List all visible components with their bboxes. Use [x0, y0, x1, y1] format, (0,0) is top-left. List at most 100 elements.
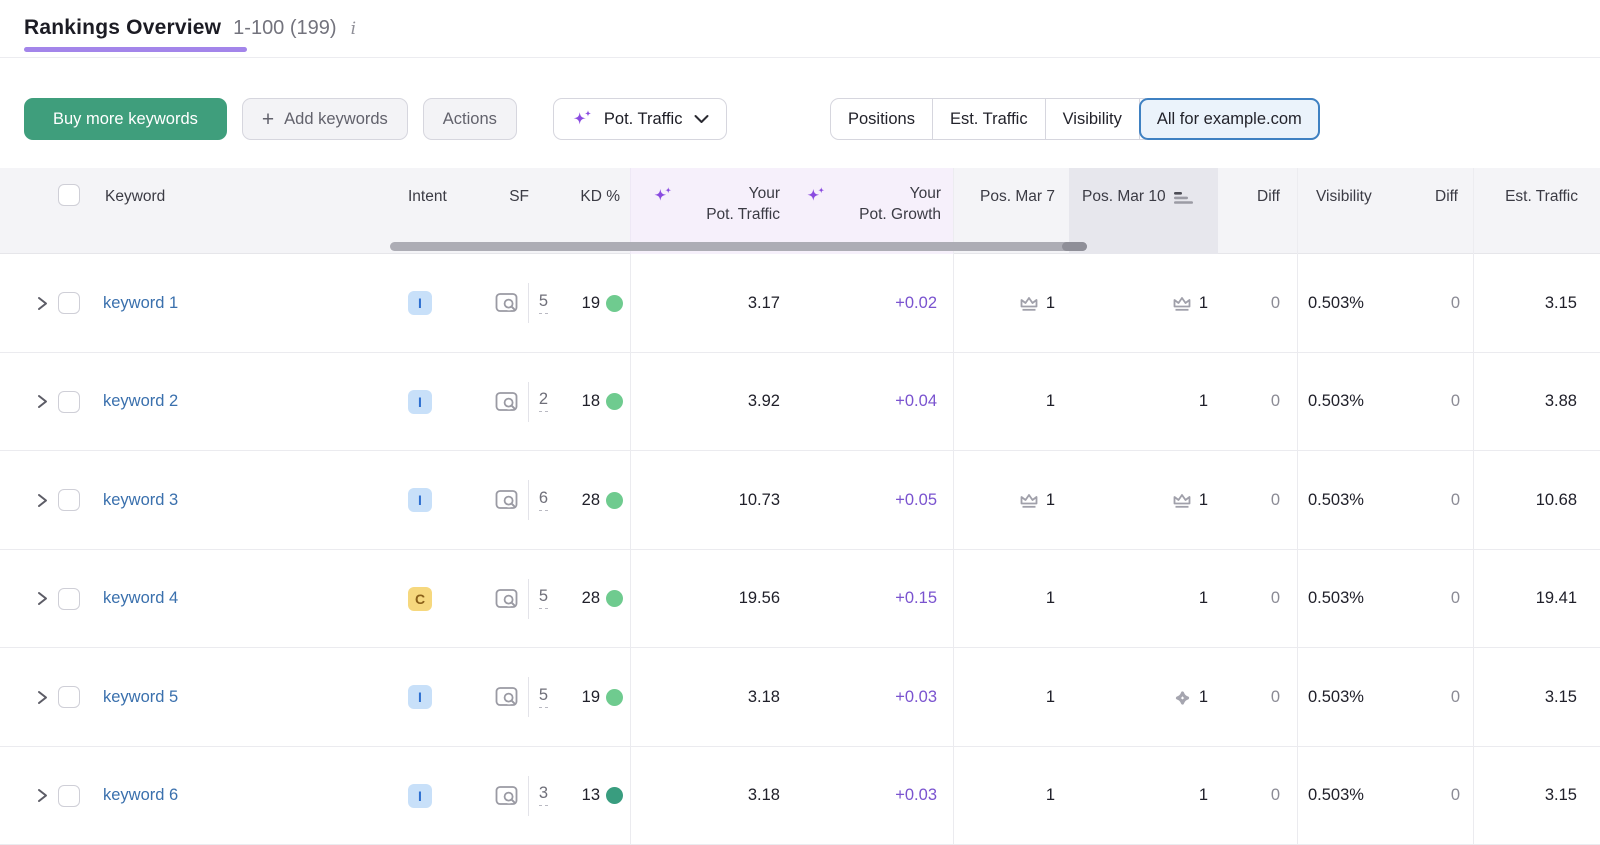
tab-all-for-domain[interactable]: All for example.com	[1138, 98, 1320, 140]
serp-features-icon[interactable]	[494, 390, 520, 414]
row-checkbox[interactable]	[58, 587, 80, 610]
sf-count[interactable]: 5	[538, 292, 548, 314]
column-header-pos-mar10[interactable]: Pos. Mar 10	[1069, 168, 1218, 254]
column-header-visibility[interactable]: Visibility	[1297, 168, 1392, 254]
page-header: Rankings Overview 1-100 (199) i	[24, 16, 356, 40]
est-traffic-cell: 3.15	[1473, 648, 1600, 747]
keyword-link[interactable]: keyword 3	[103, 491, 178, 510]
expand-row-icon[interactable]	[35, 590, 50, 607]
diff-value: 0	[1270, 687, 1280, 706]
serp-feature-diamond-icon	[1171, 687, 1194, 710]
diff-value: 0	[1450, 490, 1460, 509]
pot-growth-value: +0.03	[895, 687, 937, 706]
sf-count[interactable]: 2	[538, 391, 548, 413]
pos-mar7-cell: 1	[953, 254, 1069, 353]
serp-features-icon[interactable]	[494, 784, 520, 808]
intent-cell: I	[395, 761, 462, 831]
buy-more-keywords-button[interactable]: Buy more keywords	[24, 98, 227, 140]
tab-positions[interactable]: Positions	[831, 99, 933, 139]
est-traffic-cell: 3.88	[1473, 352, 1600, 451]
plus-icon: +	[261, 107, 275, 131]
select-all-checkbox[interactable]	[58, 184, 80, 206]
serp-features-icon[interactable]	[494, 488, 520, 512]
tab-est-traffic[interactable]: Est. Traffic	[933, 99, 1046, 139]
expand-row-icon[interactable]	[35, 295, 50, 312]
sf-count[interactable]: 5	[538, 686, 548, 708]
intent-badge: I	[408, 783, 432, 808]
kd-difficulty-dot	[606, 787, 623, 805]
crown-icon	[1017, 490, 1041, 512]
expand-row-icon[interactable]	[35, 689, 50, 706]
crown-icon	[1170, 490, 1194, 512]
intent-badge: I	[408, 291, 432, 316]
diff-cell: 0	[1218, 662, 1297, 732]
est-traffic-value: 3.15	[1544, 687, 1577, 706]
horizontal-scrollbar-end[interactable]	[1062, 242, 1087, 251]
pos-mar7-cell: 1	[953, 648, 1069, 747]
kd-value: 19	[581, 293, 600, 312]
serp-features-icon[interactable]	[494, 685, 520, 709]
crown-icon	[1170, 293, 1194, 315]
pot-traffic-cell: 3.92	[630, 352, 786, 451]
column-header-keyword[interactable]: Keyword	[94, 168, 395, 254]
row-checkbox[interactable]	[58, 390, 80, 413]
intent-badge: I	[408, 488, 432, 513]
visibility-value: 0.503%	[1308, 589, 1364, 608]
est-traffic-value: 10.68	[1535, 490, 1577, 509]
pot-traffic-cell: 3.18	[630, 746, 786, 845]
sf-divider	[527, 480, 529, 521]
pos-mar10-cell: 1	[1069, 268, 1218, 338]
actions-button[interactable]: Actions	[422, 98, 517, 140]
serp-features-icon[interactable]	[494, 291, 520, 315]
info-icon[interactable]: i	[349, 19, 356, 39]
kd-cell: 28	[552, 564, 630, 634]
keyword-link[interactable]: keyword 4	[103, 589, 178, 608]
horizontal-scrollbar[interactable]	[390, 242, 1087, 251]
diff-value: 0	[1450, 392, 1460, 411]
keyword-link[interactable]: keyword 1	[103, 294, 178, 313]
visibility-cell: 0.503%	[1297, 352, 1392, 451]
pot-growth-cell: +0.04	[786, 367, 953, 437]
tab-visibility[interactable]: Visibility	[1046, 99, 1140, 139]
expander-cell	[0, 268, 56, 338]
table-row: keyword 6 I 3 13 3.18 +0.03 1 1 0 0.503%…	[0, 746, 1600, 845]
pos-mar7-value: 1	[1045, 786, 1055, 805]
column-header-est-traffic[interactable]: Est. Traffic	[1473, 168, 1600, 254]
keyword-link[interactable]: keyword 5	[103, 688, 178, 707]
serp-features-icon[interactable]	[494, 587, 520, 611]
kd-cell: 19	[552, 268, 630, 338]
expand-row-icon[interactable]	[35, 492, 50, 509]
checkbox-cell	[56, 367, 94, 437]
pot-growth-cell: +0.05	[786, 465, 953, 535]
visibility-cell: 0.503%	[1297, 254, 1392, 353]
pos-mar10-cell: 1	[1069, 564, 1218, 634]
view-toggle-group: Positions Est. Traffic Visibility All fo…	[830, 98, 1320, 140]
intent-cell: I	[395, 662, 462, 732]
kd-difficulty-dot	[606, 491, 623, 509]
sf-count[interactable]: 5	[538, 588, 548, 610]
sf-count[interactable]: 3	[538, 785, 548, 807]
diff-cell: 0	[1392, 268, 1473, 338]
row-checkbox[interactable]	[58, 489, 80, 512]
pos-mar7-value: 1	[1045, 589, 1055, 608]
pos-mar10-cell: 1	[1069, 465, 1218, 535]
expand-row-icon[interactable]	[35, 787, 50, 804]
expand-row-icon[interactable]	[35, 393, 50, 410]
table-row: keyword 1 I 5 19 3.17 +0.02 1 1 0 0.503%…	[0, 254, 1600, 353]
pos-mar7-value: 1	[1045, 490, 1055, 509]
keyword-link[interactable]: keyword 6	[103, 786, 178, 805]
column-header-diff[interactable]: Diff	[1392, 168, 1473, 254]
kd-cell: 28	[552, 465, 630, 535]
row-checkbox[interactable]	[58, 784, 80, 807]
add-keywords-button[interactable]: + Add keywords	[241, 98, 408, 140]
intent-cell: I	[395, 367, 462, 437]
column-header-diff[interactable]: Diff	[1218, 168, 1297, 254]
metric-dropdown[interactable]: Pot. Traffic	[552, 98, 728, 140]
kd-difficulty-dot	[606, 294, 623, 312]
sf-divider	[527, 677, 529, 718]
keyword-link[interactable]: keyword 2	[103, 392, 178, 411]
crown-icon	[1017, 293, 1041, 315]
sf-count[interactable]: 6	[538, 489, 548, 511]
row-checkbox[interactable]	[58, 686, 80, 709]
row-checkbox[interactable]	[58, 292, 80, 315]
